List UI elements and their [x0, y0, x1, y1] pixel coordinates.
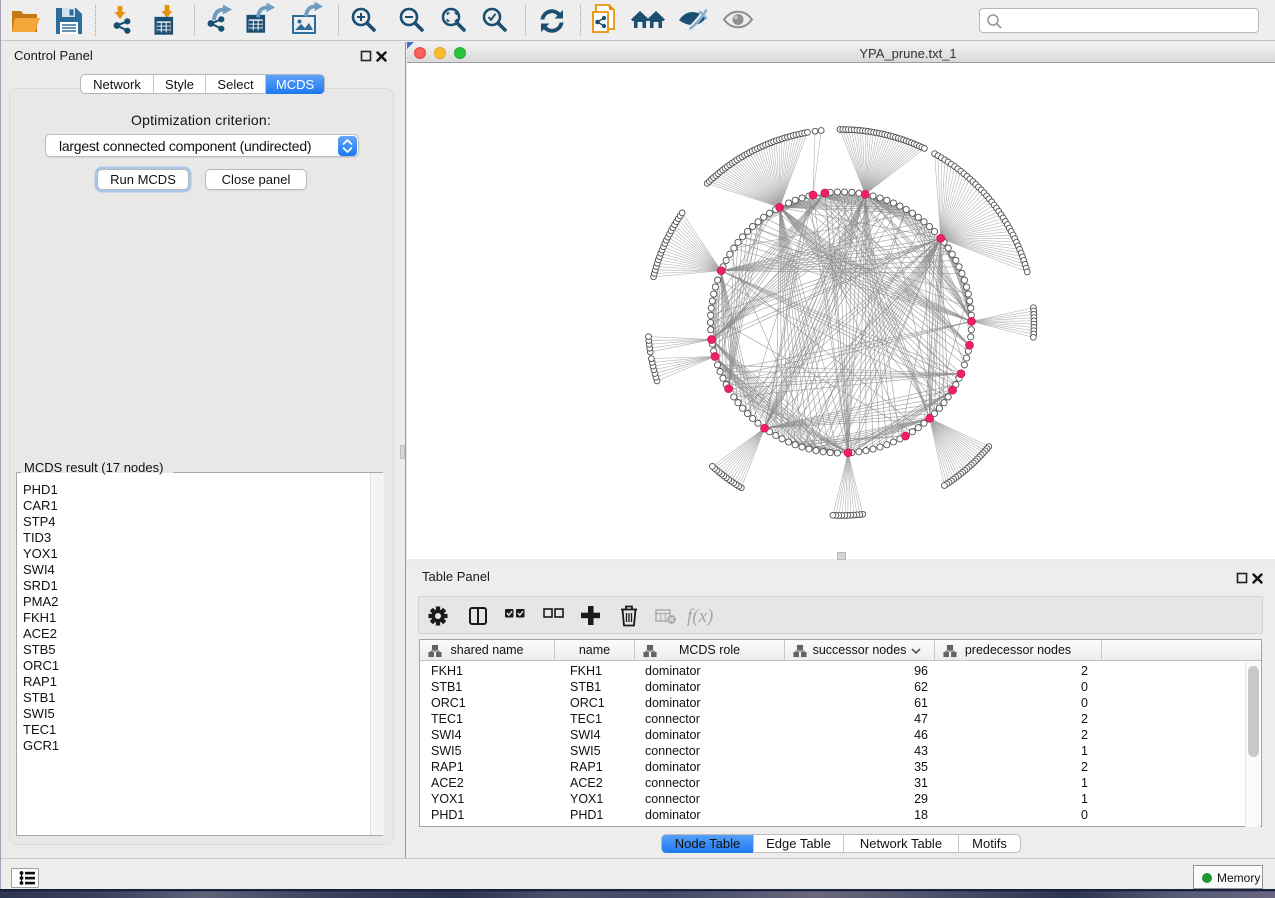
svg-text:f(x): f(x)	[687, 606, 713, 627]
